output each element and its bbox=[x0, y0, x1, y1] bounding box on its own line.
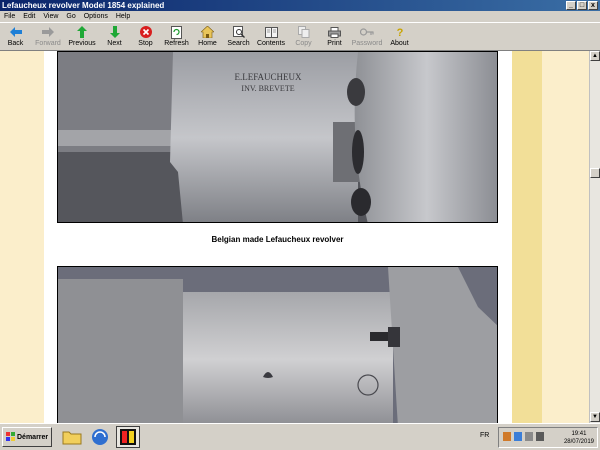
system-tray: 19:41 28/07/2019 bbox=[498, 427, 598, 448]
clock-date: 28/07/2019 bbox=[563, 439, 594, 445]
volume-icon[interactable] bbox=[536, 432, 544, 441]
up-arrow-icon bbox=[75, 25, 89, 39]
maximize-button[interactable]: □ bbox=[577, 1, 587, 10]
search-button[interactable]: Search bbox=[223, 23, 254, 51]
clock-time: 19:41 bbox=[571, 431, 587, 437]
print-button[interactable]: Print bbox=[319, 23, 350, 51]
menu-file[interactable]: File bbox=[4, 11, 15, 22]
vertical-scrollbar[interactable]: ▲ ▼ bbox=[589, 51, 600, 423]
stop-icon bbox=[139, 25, 153, 39]
browser-icon[interactable] bbox=[88, 426, 112, 448]
copy-icon bbox=[297, 25, 311, 39]
stop-button[interactable]: Stop bbox=[130, 23, 161, 51]
left-band bbox=[0, 51, 44, 423]
left-arrow-icon bbox=[9, 25, 23, 39]
scroll-thumb[interactable] bbox=[590, 168, 600, 178]
printer-icon bbox=[328, 25, 342, 39]
svg-text:?: ? bbox=[396, 27, 403, 38]
magnifier-icon bbox=[232, 25, 246, 39]
language-indicator[interactable]: FR bbox=[480, 432, 489, 439]
key-icon bbox=[360, 25, 374, 39]
right-arrow-icon bbox=[41, 25, 55, 39]
menu-options[interactable]: Options bbox=[84, 11, 108, 22]
frame-marking-line-2: INV. BREVETE bbox=[241, 84, 294, 93]
folder-icon[interactable] bbox=[60, 426, 84, 448]
previous-button[interactable]: Previous bbox=[65, 23, 99, 51]
close-button[interactable]: x bbox=[588, 1, 598, 10]
back-button[interactable]: Back bbox=[0, 23, 31, 51]
security-icon[interactable] bbox=[514, 432, 522, 441]
page-content: E.LEFAUCHEUX INV. BREVETE Belgian made L… bbox=[0, 51, 589, 423]
toolbar: Back Forward Previous Next Stop Refresh bbox=[0, 22, 600, 51]
right-band bbox=[512, 51, 542, 423]
scroll-up-button[interactable]: ▲ bbox=[590, 51, 600, 61]
start-button[interactable]: Démarrer bbox=[2, 427, 52, 447]
book-icon bbox=[264, 25, 278, 39]
refresh-button[interactable]: Refresh bbox=[161, 23, 192, 51]
window-title: Lefaucheux revolver Model 1854 explained bbox=[2, 1, 165, 10]
home-button[interactable]: Home bbox=[192, 23, 223, 51]
update-icon[interactable] bbox=[525, 432, 533, 441]
menu-edit[interactable]: Edit bbox=[23, 11, 35, 22]
revolver-photo-2 bbox=[57, 266, 498, 423]
taskbar: Démarrer FR 19:41 28/07/2019 bbox=[0, 423, 600, 450]
network-icon[interactable] bbox=[503, 432, 511, 441]
next-button[interactable]: Next bbox=[99, 23, 130, 51]
copy-button[interactable]: Copy bbox=[288, 23, 319, 51]
revolver-photo-1: E.LEFAUCHEUX INV. BREVETE bbox=[57, 51, 498, 223]
question-icon: ? bbox=[393, 25, 407, 39]
title-bar: Lefaucheux revolver Model 1854 explained… bbox=[0, 0, 600, 11]
down-arrow-icon bbox=[108, 25, 122, 39]
menu-go[interactable]: Go bbox=[66, 11, 75, 22]
menu-bar: File Edit View Go Options Help bbox=[0, 11, 600, 22]
right-margin bbox=[542, 51, 589, 423]
menu-help[interactable]: Help bbox=[116, 11, 130, 22]
about-button[interactable]: ? About bbox=[384, 23, 415, 51]
windows-logo-icon bbox=[6, 431, 15, 443]
contents-button[interactable]: Contents bbox=[254, 23, 288, 51]
refresh-icon bbox=[170, 25, 184, 39]
password-button[interactable]: Password bbox=[350, 23, 384, 51]
minimize-button[interactable]: _ bbox=[566, 1, 576, 10]
scroll-down-button[interactable]: ▼ bbox=[590, 412, 600, 422]
clock[interactable]: 19:41 28/07/2019 bbox=[564, 430, 594, 446]
forward-button[interactable]: Forward bbox=[31, 23, 65, 51]
house-icon bbox=[201, 25, 215, 39]
menu-view[interactable]: View bbox=[43, 11, 58, 22]
active-app-icon[interactable] bbox=[116, 426, 140, 448]
photo-caption: Belgian made Lefaucheux revolver bbox=[211, 235, 344, 244]
start-label: Démarrer bbox=[17, 433, 49, 441]
frame-marking-line-1: E.LEFAUCHEUX bbox=[234, 72, 302, 82]
